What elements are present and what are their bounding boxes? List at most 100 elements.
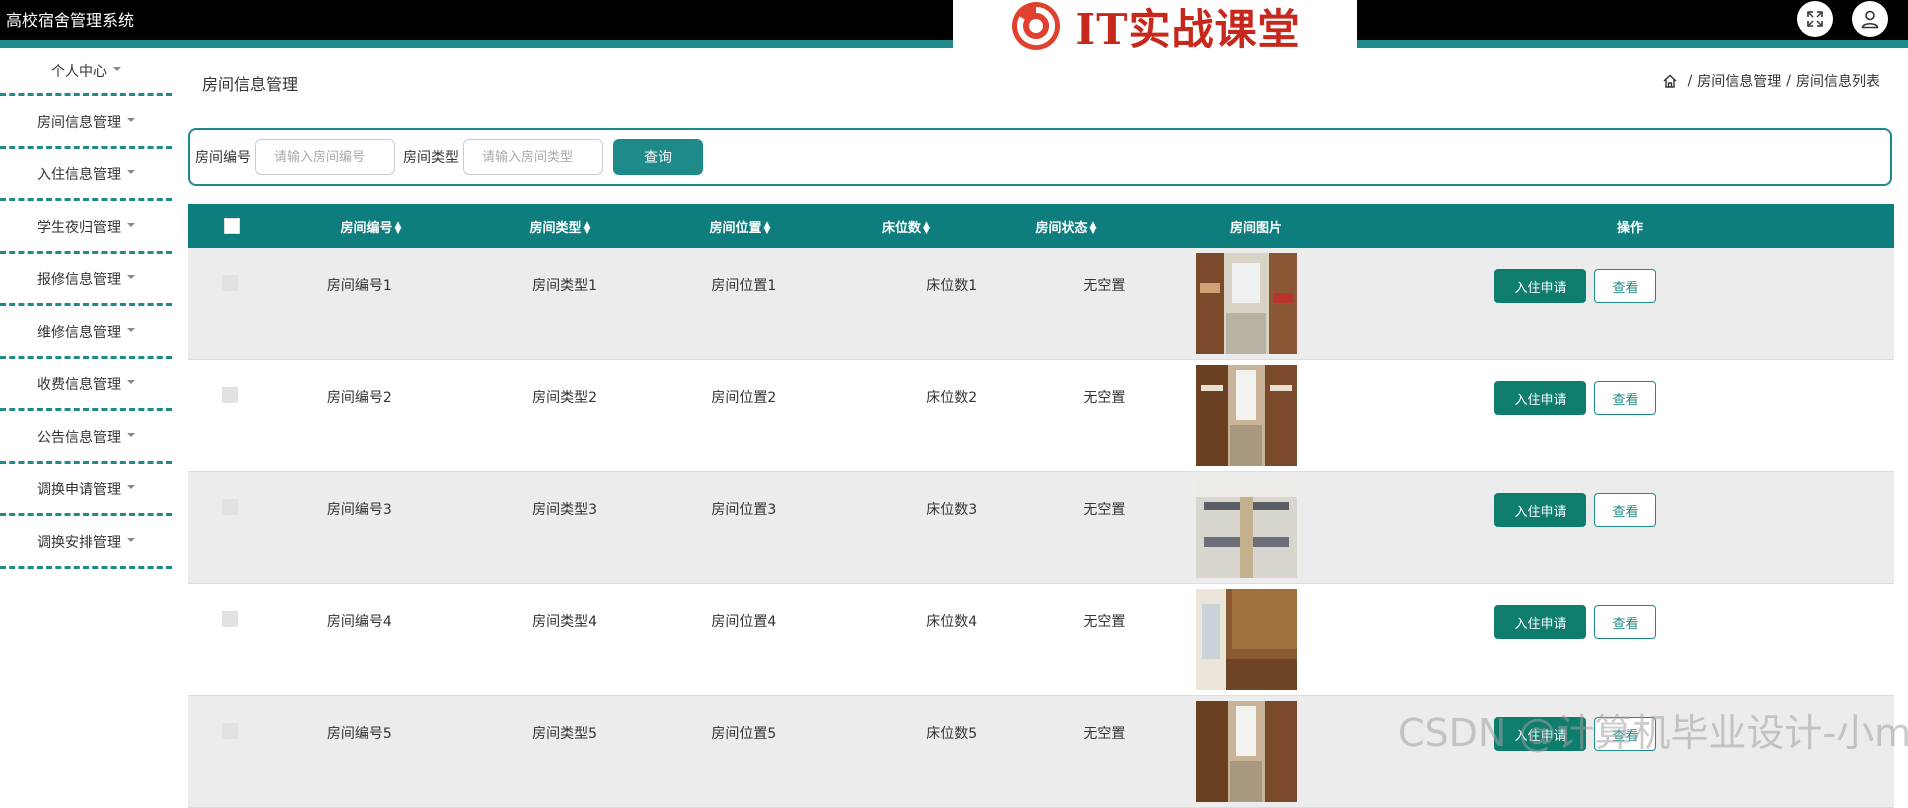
sort-icon[interactable]: ▲ ▼ <box>584 221 591 236</box>
sidebar-item-announcements[interactable]: 公告信息管理 <box>0 413 172 464</box>
header-room-location[interactable]: 房间位置 ▲ ▼ <box>654 217 826 236</box>
watermark: CSDN @计算机毕业设计-小ma <box>1398 711 1908 755</box>
breadcrumb-separator: / <box>1786 73 1791 89</box>
room-photo[interactable] <box>1195 253 1297 354</box>
header-room-type[interactable]: 房间类型 ▲ ▼ <box>466 217 654 236</box>
cell-beds: 床位数5 <box>926 726 978 742</box>
header-label: 床位数 <box>882 220 922 236</box>
room-no-input[interactable] <box>255 139 395 175</box>
view-button[interactable]: 查看 <box>1594 605 1657 639</box>
cell-room-type: 房间类型1 <box>532 278 598 294</box>
sidebar-item-checkin-info[interactable]: 入住信息管理 <box>0 150 172 201</box>
sidebar-item-room-info[interactable]: 房间信息管理 <box>0 98 172 149</box>
row-checkbox[interactable] <box>221 723 238 739</box>
cell-room-image <box>1181 248 1391 354</box>
header-label: 房间位置 <box>709 220 762 236</box>
sort-icon[interactable]: ▲ ▼ <box>764 221 771 236</box>
sidebar-item-personal-center[interactable]: 个人中心 <box>0 48 172 96</box>
brand-banner: IT实战课堂 <box>953 0 1357 54</box>
room-photo[interactable] <box>1195 701 1297 802</box>
chevron-down-icon <box>127 275 135 279</box>
sidebar-item-label: 学生夜归管理 <box>37 219 121 236</box>
header-label: 操作 <box>1616 220 1643 236</box>
table-header: 房间编号 ▲ ▼ 房间类型 ▲ ▼ 房间位置 ▲ ▼ 床位数 ▲ ▼ 房间状态 ▲ ▼ 房间图片 操… <box>188 204 1894 248</box>
cell-status: 无空置 <box>1083 614 1126 630</box>
sidebar-item-swap-request[interactable]: 调换申请管理 <box>0 465 172 516</box>
row-checkbox[interactable] <box>221 387 238 403</box>
apply-checkin-button[interactable]: 入住申请 <box>1494 605 1587 639</box>
cell-room-location: 房间位置1 <box>711 278 777 294</box>
room-type-input[interactable] <box>463 139 603 175</box>
cell-beds: 床位数3 <box>926 502 978 518</box>
row-checkbox-cell <box>188 472 272 515</box>
row-checkbox[interactable] <box>221 499 238 515</box>
cell-room-location: 房间位置5 <box>711 726 777 742</box>
app-title: 高校宿舍管理系统 <box>6 11 135 30</box>
sidebar-item-swap-arrangement[interactable]: 调换安排管理 <box>0 518 172 569</box>
table-row: 房间编号2 房间类型2 房间位置2 床位数2 无空置 入住申请 查看 <box>188 360 1894 472</box>
fullscreen-glyph <box>1807 11 1823 27</box>
sort-icon[interactable]: ▲ ▼ <box>923 221 930 236</box>
row-checkbox-cell <box>188 696 272 739</box>
header-status[interactable]: 房间状态 ▲ ▼ <box>986 217 1146 236</box>
row-checkbox[interactable] <box>221 275 238 291</box>
cell-actions: 入住申请 查看 <box>1390 584 1894 639</box>
view-button[interactable]: 查看 <box>1594 269 1657 303</box>
table-row: 房间编号3 房间类型3 房间位置3 床位数3 无空置 入住申请 查看 <box>188 472 1894 584</box>
breadcrumb: / 房间信息管理 / 房间信息列表 <box>1662 71 1880 91</box>
sort-icon[interactable]: ▲ ▼ <box>1090 221 1097 236</box>
view-button[interactable]: 查看 <box>1594 381 1657 415</box>
cell-room-no: 房间编号5 <box>326 726 392 742</box>
apply-checkin-button[interactable]: 入住申请 <box>1494 493 1587 527</box>
cell-room-image <box>1181 584 1391 690</box>
header-label: 房间类型 <box>529 220 582 236</box>
room-photo[interactable] <box>1195 365 1297 466</box>
header-checkbox-cell <box>188 218 276 234</box>
breadcrumb-item[interactable]: 房间信息管理 <box>1697 71 1781 91</box>
sidebar-item-fees[interactable]: 收费信息管理 <box>0 360 172 411</box>
table-row: 房间编号1 房间类型1 房间位置1 床位数1 无空置 入住申请 查看 <box>188 248 1894 360</box>
sidebar-item-label: 调换安排管理 <box>37 534 121 551</box>
room-photo[interactable] <box>1195 477 1297 578</box>
header-room-no[interactable]: 房间编号 ▲ ▼ <box>276 217 466 236</box>
header-label: 房间状态 <box>1035 220 1088 236</box>
cell-actions: 入住申请 查看 <box>1390 248 1894 303</box>
header-room-image: 房间图片 <box>1146 217 1366 236</box>
cell-room-type: 房间类型5 <box>532 726 598 742</box>
header-label: 房间图片 <box>1229 220 1282 236</box>
room-type-label: 房间类型 <box>403 150 459 166</box>
breadcrumb-separator: / <box>1687 73 1693 89</box>
apply-checkin-button[interactable]: 入住申请 <box>1494 381 1587 415</box>
sidebar-item-repair-report[interactable]: 报修信息管理 <box>0 255 172 306</box>
sidebar-item-label: 入住信息管理 <box>37 167 121 183</box>
cell-room-location: 房间位置4 <box>711 614 777 630</box>
room-no-label: 房间编号 <box>195 150 251 166</box>
room-photo[interactable] <box>1195 589 1297 690</box>
brand-logo-icon <box>1011 2 1060 50</box>
query-button[interactable]: 查询 <box>613 139 703 175</box>
sidebar-item-maintenance[interactable]: 维修信息管理 <box>0 308 172 359</box>
row-checkbox[interactable] <box>221 611 238 627</box>
sidebar-item-label: 调换申请管理 <box>37 482 121 498</box>
cell-room-no: 房间编号3 <box>326 502 392 518</box>
cell-room-no: 房间编号2 <box>326 390 392 406</box>
home-icon[interactable] <box>1662 73 1678 89</box>
page-title: 房间信息管理 <box>202 75 299 94</box>
view-button[interactable]: 查看 <box>1594 493 1657 527</box>
brand-text: IT实战课堂 <box>1075 4 1301 54</box>
chevron-down-icon <box>127 117 135 122</box>
sidebar-item-label: 维修信息管理 <box>37 324 121 341</box>
cell-beds: 床位数4 <box>926 614 978 630</box>
user-glyph <box>1861 10 1879 29</box>
cell-room-type: 房间类型3 <box>532 502 598 518</box>
fullscreen-icon[interactable] <box>1797 1 1833 37</box>
cell-status: 无空置 <box>1083 726 1126 742</box>
chevron-down-icon <box>127 170 135 174</box>
apply-checkin-button[interactable]: 入住申请 <box>1494 269 1587 303</box>
header-beds[interactable]: 床位数 ▲ ▼ <box>826 217 986 236</box>
user-icon[interactable] <box>1852 1 1888 37</box>
select-all-checkbox[interactable] <box>224 218 240 234</box>
sidebar-item-label: 公告信息管理 <box>37 429 121 446</box>
sort-icon[interactable]: ▲ ▼ <box>395 221 402 236</box>
sidebar-item-late-return[interactable]: 学生夜归管理 <box>0 203 172 254</box>
